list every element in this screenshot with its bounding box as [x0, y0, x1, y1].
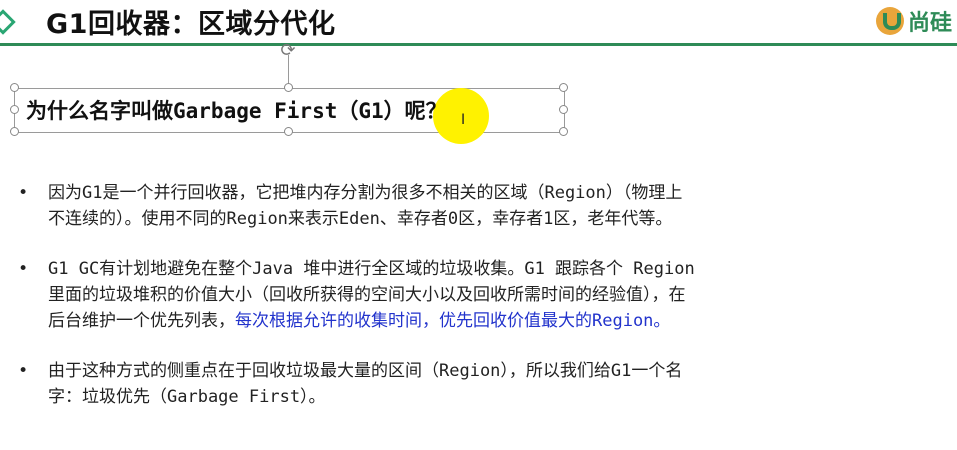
bullet-item: • 因为G1是一个并行回收器，它把堆内存分割为很多不相关的区域（Region）（… — [18, 180, 938, 232]
resize-handle-top[interactable] — [284, 83, 293, 92]
resize-handle-bottom[interactable] — [284, 127, 293, 136]
bullet-item: • 由于这种方式的侧重点在于回收垃圾最大量的区间（Region），所以我们给G1… — [18, 358, 938, 410]
bullet-text: 后台维护一个优先列表， — [48, 311, 235, 331]
header-divider — [0, 43, 957, 46]
bullet-dot-icon: • — [18, 183, 29, 203]
resize-handle-top-right[interactable] — [559, 83, 568, 92]
bullet-dot-icon: • — [18, 259, 29, 279]
logo-icon — [876, 7, 904, 35]
bullet-line: 不连续的）。使用不同的Region来表示Eden、幸存者0区，幸存者1区，老年代… — [48, 209, 673, 229]
resize-handle-right[interactable] — [559, 105, 568, 114]
question-text[interactable]: 为什么名字叫做Garbage First（G1）呢？ — [26, 95, 447, 125]
resize-handle-bottom-left[interactable] — [10, 127, 19, 136]
resize-handle-top-left[interactable] — [10, 83, 19, 92]
bullet-line: 里面的垃圾堆积的价值大小（回收所获得的空间大小以及回收所需时间的经验值），在 — [48, 285, 686, 305]
bullet-item: • G1 GC有计划地避免在整个Java 堆中进行全区域的垃圾收集。G1 跟踪各… — [18, 256, 938, 334]
bullet-dot-icon: • — [18, 361, 29, 381]
rotate-icon[interactable]: ⟳ — [279, 42, 297, 60]
bullet-line: 由于这种方式的侧重点在于回收垃圾最大量的区间（Region），所以我们给G1一个… — [48, 361, 683, 381]
bullet-line: G1 GC有计划地避免在整个Java 堆中进行全区域的垃圾收集。G1 跟踪各个 … — [48, 259, 695, 279]
resize-handle-left[interactable] — [10, 105, 19, 114]
text-cursor-icon: I — [461, 112, 466, 128]
diamond-icon — [0, 9, 16, 35]
bullet-line: 后台维护一个优先列表，每次根据允许的收集时间，优先回收价值最大的Region。 — [48, 308, 938, 334]
logo-text: 尚硅 — [908, 11, 953, 36]
slide-header: G1回收器：区域分代化 尚硅 — [0, 0, 957, 46]
bullet-line: 因为G1是一个并行回收器，它把堆内存分割为很多不相关的区域（Region）（物理… — [48, 183, 683, 203]
emphasized-text: 每次根据允许的收集时间，优先回收价值最大的Region。 — [235, 311, 671, 331]
resize-handle-bottom-right[interactable] — [559, 127, 568, 136]
bullet-list: • 因为G1是一个并行回收器，它把堆内存分割为很多不相关的区域（Region）（… — [18, 180, 938, 410]
slide-title: G1回收器：区域分代化 — [46, 9, 336, 40]
bullet-line: 字：垃圾优先（Garbage First）。 — [48, 387, 326, 407]
brand-logo: 尚硅 — [876, 6, 952, 36]
